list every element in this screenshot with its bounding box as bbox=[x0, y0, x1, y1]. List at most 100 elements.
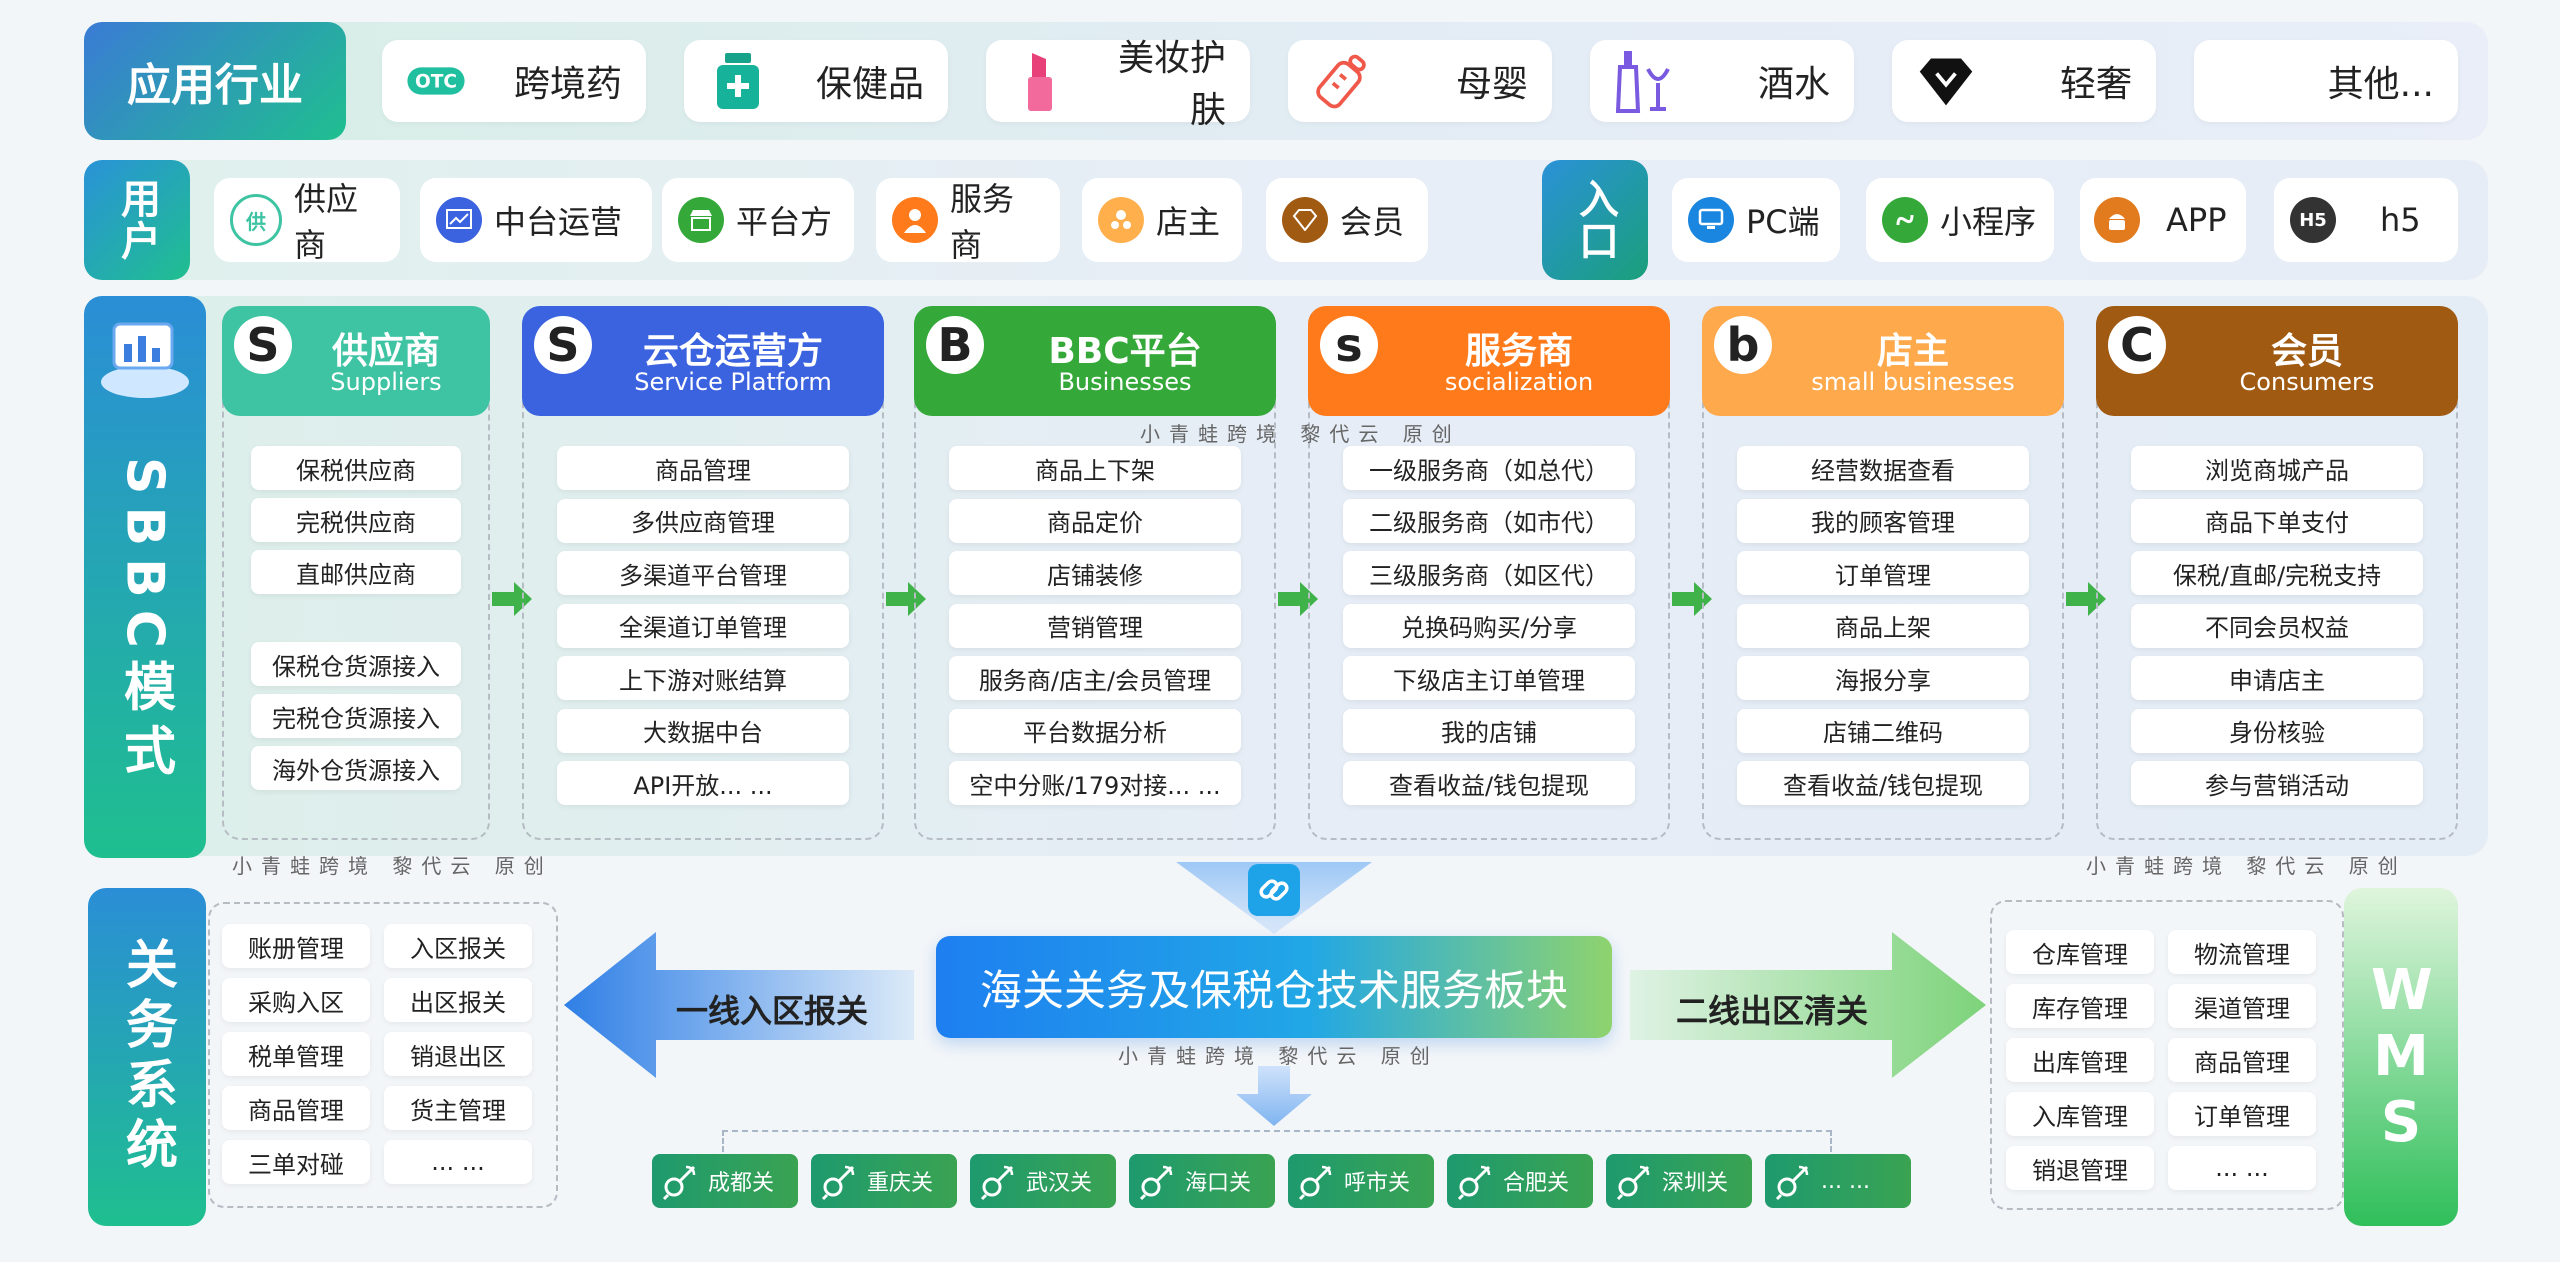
sbbc-feature-item[interactable]: 全渠道订单管理 bbox=[557, 603, 849, 648]
port-label: 深圳关 bbox=[1662, 1171, 1729, 1196]
industry-item-other[interactable]: 其他... bbox=[2194, 40, 2458, 122]
sbbc-feature-item[interactable]: 直邮供应商 bbox=[251, 550, 461, 594]
industry-item-baby[interactable]: 母婴 bbox=[1288, 40, 1552, 122]
customs-port-tag[interactable]: 成都关 bbox=[652, 1154, 798, 1208]
customs-port-tag[interactable]: 呼市关 bbox=[1288, 1154, 1434, 1208]
sbbc-feature-item[interactable]: 申请店主 bbox=[2131, 656, 2423, 700]
shopkeeper-icon bbox=[1098, 197, 1144, 243]
sbbc-feature-item[interactable]: 订单管理 bbox=[1737, 551, 2029, 595]
user-item-member[interactable]: 会员 bbox=[1266, 178, 1428, 262]
sbbc-feature-item[interactable]: 大数据中台 bbox=[557, 708, 849, 753]
sbbc-feature-item[interactable]: 多渠道平台管理 bbox=[557, 551, 849, 595]
wms-item[interactable]: 库存管理 bbox=[2006, 984, 2154, 1028]
sbbc-feature-item[interactable]: 不同会员权益 bbox=[2131, 603, 2423, 648]
sbbc-feature-item[interactable]: 平台数据分析 bbox=[949, 708, 1241, 753]
sbbc-feature-item[interactable]: 上下游对账结算 bbox=[557, 656, 849, 700]
sbbc-feature-item[interactable]: 店铺装修 bbox=[949, 551, 1241, 595]
sbbc-feature-item[interactable]: 查看收益/钱包提现 bbox=[1737, 761, 2029, 805]
wms-item[interactable]: 渠道管理 bbox=[2168, 984, 2316, 1028]
customs-port-tag[interactable]: 海口关 bbox=[1129, 1154, 1275, 1208]
wms-item[interactable]: 仓库管理 bbox=[2006, 930, 2154, 974]
customs-item[interactable]: 账册管理 bbox=[222, 924, 370, 968]
sbbc-feature-item[interactable]: 完税供应商 bbox=[251, 498, 461, 542]
customs-item[interactable]: ... ... bbox=[384, 1140, 532, 1184]
wms-item[interactable]: 订单管理 bbox=[2168, 1092, 2316, 1136]
entry-item-miniprogram[interactable]: 小程序 bbox=[1866, 178, 2054, 262]
sbbc-feature-item[interactable]: 参与营销活动 bbox=[2131, 761, 2423, 805]
sbbc-feature-item[interactable]: 商品上架 bbox=[1737, 603, 2029, 648]
sbbc-feature-item[interactable]: 完税仓货源接入 bbox=[251, 694, 461, 738]
entry-item-app[interactable]: APP bbox=[2080, 178, 2246, 262]
customs-item[interactable]: 税单管理 bbox=[222, 1032, 370, 1076]
industry-item-label: 保健品 bbox=[815, 64, 924, 105]
wms-item[interactable]: 商品管理 bbox=[2168, 1038, 2316, 1082]
user-item-label: 会员 bbox=[1340, 203, 1405, 241]
industry-item-health[interactable]: 保健品 bbox=[684, 40, 948, 122]
sbbc-feature-item[interactable]: 保税供应商 bbox=[251, 446, 461, 490]
user-item-supplier[interactable]: 供 供应商 bbox=[214, 178, 400, 264]
customs-item[interactable]: 入区报关 bbox=[384, 924, 532, 968]
sbbc-feature-item[interactable]: 营销管理 bbox=[949, 603, 1241, 648]
customs-item[interactable]: 采购入区 bbox=[222, 978, 370, 1022]
industry-item-wine[interactable]: 酒水 bbox=[1590, 40, 1854, 122]
customs-label: 关务系统 bbox=[88, 888, 206, 1226]
wms-item[interactable]: 物流管理 bbox=[2168, 930, 2316, 974]
sbbc-column-header[interactable]: B BBC平台 Businesses bbox=[914, 306, 1276, 416]
industry-item-otc[interactable]: OTC 跨境药 bbox=[382, 40, 646, 122]
sbbc-feature-item[interactable]: API开放... ... bbox=[557, 761, 849, 805]
customs-port-tag[interactable]: 合肥关 bbox=[1447, 1154, 1593, 1208]
sbbc-feature-item[interactable]: 保税/直邮/完税支持 bbox=[2131, 551, 2423, 595]
sbbc-feature-item[interactable]: 商品上下架 bbox=[949, 446, 1241, 490]
user-item-ops[interactable]: 中台运营 bbox=[420, 178, 652, 262]
sbbc-column-header[interactable]: b 店主 small businesses bbox=[1702, 306, 2064, 416]
sbbc-feature-item[interactable]: 保税仓货源接入 bbox=[251, 642, 461, 686]
customs-item[interactable]: 货主管理 bbox=[384, 1086, 532, 1130]
industry-item-luxury[interactable]: 轻奢 bbox=[1892, 40, 2156, 122]
column-title: 服务商 bbox=[1464, 331, 1573, 372]
sbbc-feature-item[interactable]: 服务商/店主/会员管理 bbox=[949, 656, 1241, 700]
sbbc-feature-item[interactable]: 经营数据查看 bbox=[1737, 446, 2029, 490]
sbbc-feature-item[interactable]: 查看收益/钱包提现 bbox=[1343, 761, 1635, 805]
customs-port-tag[interactable]: ... ... bbox=[1765, 1154, 1911, 1208]
entry-item-pc[interactable]: PC端 bbox=[1672, 178, 1840, 262]
user-item-label: 店主 bbox=[1156, 203, 1221, 241]
customs-port-tag[interactable]: 武汉关 bbox=[970, 1154, 1116, 1208]
customs-item[interactable]: 出区报关 bbox=[384, 978, 532, 1022]
sbbc-feature-item[interactable]: 我的店铺 bbox=[1343, 708, 1635, 753]
wms-item[interactable]: 销退管理 bbox=[2006, 1146, 2154, 1190]
sbbc-feature-item[interactable]: 海报分享 bbox=[1737, 656, 2029, 700]
user-item-service[interactable]: 服务商 bbox=[876, 178, 1060, 264]
sbbc-feature-item[interactable]: 空中分账/179对接... ... bbox=[949, 761, 1241, 805]
sbbc-feature-item[interactable]: 一级服务商（如总代） bbox=[1343, 446, 1635, 490]
sbbc-feature-item[interactable]: 我的顾客管理 bbox=[1737, 498, 2029, 543]
entry-item-h5[interactable]: H5 h5 bbox=[2274, 178, 2458, 262]
sbbc-column-header[interactable]: C 会员 Consumers bbox=[2096, 306, 2458, 416]
sbbc-column-header[interactable]: S 云仓运营方 Service Platform bbox=[522, 306, 884, 416]
sbbc-feature-item[interactable]: 店铺二维码 bbox=[1737, 708, 2029, 753]
sbbc-feature-item[interactable]: 兑换码购买/分享 bbox=[1343, 603, 1635, 648]
wms-item[interactable]: ... ... bbox=[2168, 1146, 2316, 1190]
customs-port-tag[interactable]: 深圳关 bbox=[1606, 1154, 1752, 1208]
port-label: 合肥关 bbox=[1503, 1171, 1570, 1196]
sbbc-feature-item[interactable]: 身份核验 bbox=[2131, 708, 2423, 753]
user-item-platform[interactable]: 平台方 bbox=[662, 178, 854, 262]
sbbc-feature-item[interactable]: 浏览商城产品 bbox=[2131, 446, 2423, 490]
customs-item[interactable]: 商品管理 bbox=[222, 1086, 370, 1130]
sbbc-feature-item[interactable]: 下级店主订单管理 bbox=[1343, 656, 1635, 700]
sbbc-feature-item[interactable]: 三级服务商（如区代） bbox=[1343, 551, 1635, 595]
user-item-shopkeeper[interactable]: 店主 bbox=[1082, 178, 1242, 262]
sbbc-feature-item[interactable]: 商品下单支付 bbox=[2131, 498, 2423, 543]
sbbc-feature-item[interactable]: 海外仓货源接入 bbox=[251, 746, 461, 790]
sbbc-feature-item[interactable]: 多供应商管理 bbox=[557, 498, 849, 543]
customs-port-tag[interactable]: 重庆关 bbox=[811, 1154, 957, 1208]
sbbc-feature-item[interactable]: 二级服务商（如市代） bbox=[1343, 498, 1635, 543]
customs-item[interactable]: 销退出区 bbox=[384, 1032, 532, 1076]
industry-item-beauty[interactable]: 美妆护肤 bbox=[986, 38, 1250, 131]
sbbc-feature-item[interactable]: 商品定价 bbox=[949, 498, 1241, 543]
wms-item[interactable]: 出库管理 bbox=[2006, 1038, 2154, 1082]
sbbc-feature-item[interactable]: 商品管理 bbox=[557, 446, 849, 490]
customs-item[interactable]: 三单对碰 bbox=[222, 1140, 370, 1184]
wms-item[interactable]: 入库管理 bbox=[2006, 1092, 2154, 1136]
sbbc-column-header[interactable]: S 供应商 Suppliers bbox=[222, 306, 490, 416]
sbbc-column-header[interactable]: s 服务商 socialization bbox=[1308, 306, 1670, 416]
